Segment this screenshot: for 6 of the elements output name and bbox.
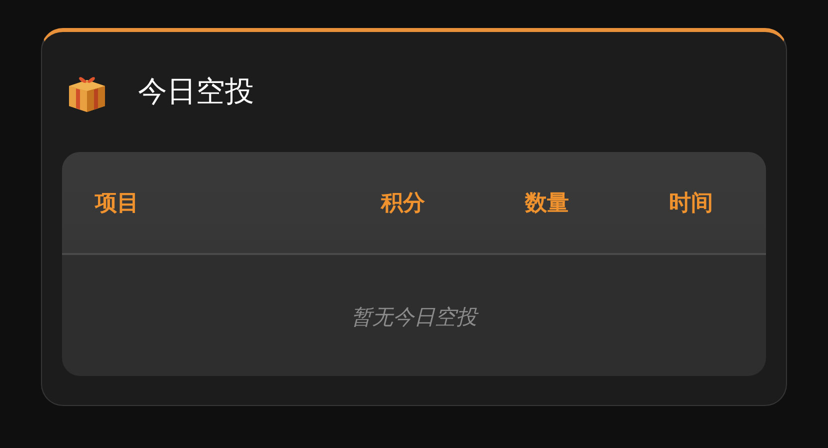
column-header: 积分 bbox=[381, 190, 426, 218]
column-header: 数量 bbox=[525, 190, 570, 218]
card-title: 今日空投 bbox=[138, 73, 254, 110]
empty-message: 暂无今日空投 bbox=[351, 304, 477, 331]
column-header: 时间 bbox=[669, 190, 714, 218]
column-header: 项目 bbox=[95, 190, 140, 218]
